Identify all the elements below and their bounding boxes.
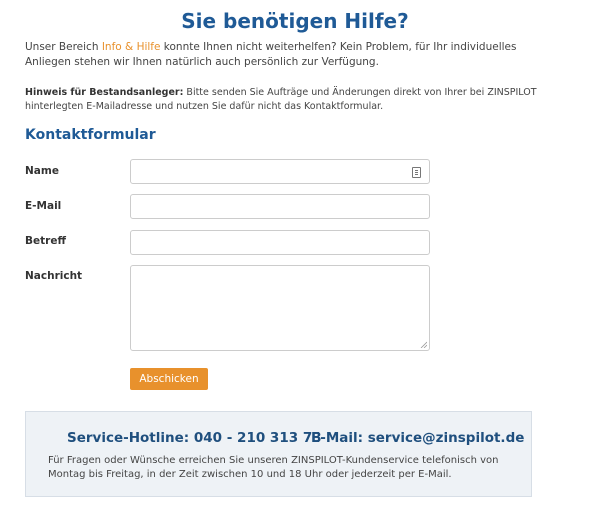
hint-label: Hinweis für Bestandsanleger: xyxy=(25,87,184,98)
info-hilfe-link[interactable]: Info & Hilfe xyxy=(102,41,161,53)
service-email[interactable]: E-Mail: service@zinspilot.de xyxy=(311,430,524,446)
name-field[interactable] xyxy=(130,159,430,184)
contact-form-heading: Kontaktformular xyxy=(25,127,156,143)
subject-label: Betreff xyxy=(25,235,66,247)
intro-text: Unser Bereich Info & Hilfe konnte Ihnen … xyxy=(25,40,545,70)
email-field[interactable] xyxy=(130,194,430,219)
service-info-box: Service-Hotline: 040 - 210 313 73 E-Mail… xyxy=(25,411,532,497)
service-hotline: Service-Hotline: 040 - 210 313 73 xyxy=(67,430,322,446)
resize-handle-icon[interactable] xyxy=(420,341,427,348)
intro-text-before: Unser Bereich xyxy=(25,41,102,53)
hint-text: Hinweis für Bestandsanleger: Bitte sende… xyxy=(25,86,555,114)
name-label: Name xyxy=(25,165,59,177)
service-description: Für Fragen oder Wünsche erreichen Sie un… xyxy=(48,455,499,480)
page-title: Sie benötigen Hilfe? xyxy=(181,9,409,33)
subject-field[interactable] xyxy=(130,230,430,255)
message-field[interactable] xyxy=(130,265,430,351)
message-label: Nachricht xyxy=(25,270,83,282)
contact-card-icon[interactable] xyxy=(412,167,421,178)
submit-button[interactable]: Abschicken xyxy=(130,368,208,390)
email-label: E-Mail xyxy=(25,200,62,212)
